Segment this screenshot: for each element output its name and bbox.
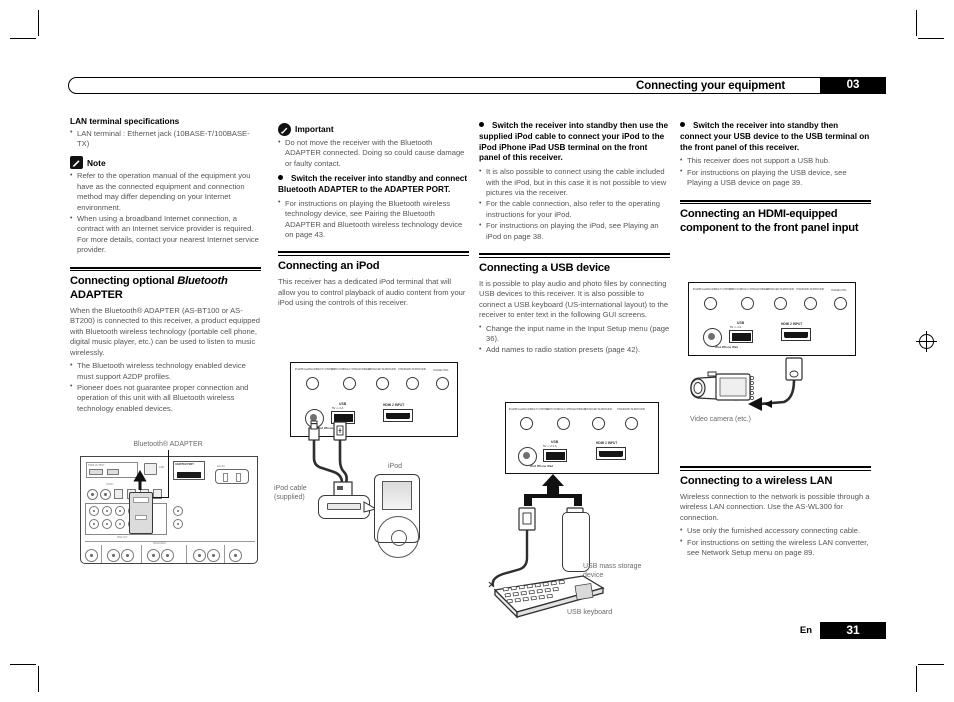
- step-instruction: Switch the receiver into standby and con…: [278, 174, 469, 196]
- step-text: Switch the receiver into standby then us…: [479, 121, 669, 163]
- crop-mark: [10, 664, 36, 665]
- list-item: For instructions on playing the USB devi…: [680, 167, 871, 189]
- list-item: This receiver does not support a USB hub…: [680, 156, 871, 167]
- crop-mark: [918, 664, 944, 665]
- step-list: It is also possible to connect using the…: [479, 167, 670, 242]
- section-divider: [479, 253, 670, 258]
- hdmi-section-heading: Connecting an HDMI-equipped component to…: [680, 208, 859, 234]
- note-list: Refer to the operation manual of the equ…: [70, 171, 261, 255]
- language-code: En: [799, 625, 812, 636]
- page-header: Connecting your equipment 03: [68, 68, 886, 94]
- step-text: Switch the receiver into standby then co…: [680, 121, 870, 152]
- heading-part-2: ADAPTER: [70, 288, 123, 301]
- heading-emphasis: Bluetooth: [177, 275, 228, 288]
- list-item: Refer to the operation manual of the equ…: [70, 171, 261, 213]
- list-item: LAN terminal : Ethernet jack (10BASE-T/1…: [70, 128, 261, 150]
- list-item: For instructions on playing the iPod, se…: [479, 221, 670, 242]
- step-list: For instructions on playing the Bluetoot…: [278, 198, 469, 241]
- crop-mark: [916, 10, 917, 36]
- note-badge: Note: [70, 156, 261, 170]
- ipod-screen: [382, 481, 412, 510]
- step-bullet-icon: [278, 175, 283, 181]
- lan-spec-list: LAN terminal : Ethernet jack (10BASE-T/1…: [70, 128, 261, 150]
- step-bullet-icon: [479, 122, 484, 127]
- usb-plug-keyboard: [518, 507, 536, 531]
- lan-spec-heading: LAN terminal specifications: [70, 116, 180, 126]
- step-list: This receiver does not support a USB hub…: [680, 156, 871, 188]
- ipod-paragraph: This receiver has a dedicated iPod termi…: [278, 277, 466, 308]
- ipod-connection-figure: iPod/iPhone/iPad DIRECT CONTROL AUTO SUR…: [274, 362, 470, 572]
- list-item: It is also possible to connect using the…: [479, 167, 670, 198]
- step-text: Switch the receiver into standby and con…: [278, 174, 468, 195]
- list-item: Add names to radio station presets (page…: [479, 345, 670, 356]
- page-number: 31: [820, 622, 886, 639]
- chapter-number: 03: [820, 77, 886, 94]
- bluetooth-section-heading: Connecting optional Bluetooth ADAPTER: [70, 275, 261, 302]
- usb-list: Change the input name in the Input Setup…: [479, 323, 670, 356]
- column-2: Important Do not move the receiver with …: [278, 116, 469, 312]
- usb-paragraph: It is possible to play audio and photo f…: [479, 279, 669, 320]
- important-badge: Important: [278, 123, 469, 136]
- step-instruction: Switch the receiver into standby then us…: [479, 121, 670, 164]
- header-title: Connecting your equipment: [631, 79, 790, 93]
- ipod-caption: iPod: [387, 463, 402, 470]
- usb-connection-figure: iPod/iPhone/iPad DIRECT CONTROL AUTO SUR…: [488, 402, 675, 619]
- manual-page: Connecting your equipment 03 LAN termina…: [0, 0, 954, 702]
- wireless-lan-list: Use only the furnished accessory connect…: [680, 526, 871, 558]
- pencil-icon: [70, 156, 83, 170]
- rear-panel-figure: Bluetooth® ADAPTER HDMI OUTPUT LAN ADAPT…: [70, 440, 264, 570]
- step-bullet-icon: [680, 122, 685, 127]
- crop-mark: [38, 666, 39, 692]
- hdmi-connection-figure: iPod/iPhone/iPad DIRECT CONTROL AUTO SUR…: [688, 282, 868, 432]
- registration-mark: [916, 331, 937, 352]
- insert-arrow: [133, 469, 147, 490]
- keyboard-caption: USB keyboard: [567, 609, 613, 616]
- ipod-section-heading: Connecting an iPod: [278, 260, 380, 273]
- warning-icon: [278, 123, 291, 136]
- page-footer: En 31: [68, 622, 886, 640]
- wireless-lan-heading: Connecting to a wireless LAN: [680, 474, 833, 487]
- column-4: Switch the receiver into standby then co…: [680, 116, 871, 239]
- bluetooth-paragraph: When the Bluetooth® ADAPTER (AS-BT100 or…: [70, 306, 260, 357]
- crop-mark: [916, 666, 917, 692]
- ipod-device: [374, 474, 420, 558]
- ipod-click-wheel[interactable]: [377, 516, 419, 558]
- important-label: Important: [295, 124, 334, 135]
- important-list: Do not move the receiver with the Blueto…: [278, 137, 469, 169]
- crop-mark: [10, 38, 36, 39]
- list-item: Pioneer does not guarantee proper connec…: [70, 382, 261, 414]
- list-item: For instructions on setting the wireless…: [680, 537, 871, 559]
- bluetooth-list: The Bluetooth wireless technology enable…: [70, 361, 261, 414]
- crop-mark: [38, 10, 39, 36]
- wireless-lan-paragraph: Wireless connection to the network is po…: [680, 492, 870, 522]
- column-1: LAN terminal specifications LAN terminal…: [70, 116, 261, 418]
- video-camera: [690, 371, 754, 401]
- list-item: For the cable connection, also refer to …: [479, 199, 670, 220]
- list-item: For instructions on playing the Bluetoot…: [278, 198, 469, 241]
- crop-mark: [918, 38, 944, 39]
- note-label: Note: [87, 157, 106, 168]
- list-item: The Bluetooth wireless technology enable…: [70, 361, 261, 382]
- list-item: Change the input name in the Input Setup…: [479, 323, 670, 345]
- section-divider: [680, 466, 871, 471]
- list-item: Use only the furnished accessory connect…: [680, 526, 871, 537]
- camera-caption: Video camera (etc.): [690, 416, 751, 423]
- section-divider: [70, 266, 261, 272]
- section-divider: [680, 199, 871, 205]
- list-item: When using a broadband Internet connecti…: [70, 214, 261, 256]
- wireless-lan-section: Connecting to a wireless LAN Wireless co…: [680, 455, 871, 562]
- list-item: Do not move the receiver with the Blueto…: [278, 137, 469, 169]
- step-instruction: Switch the receiver into standby then co…: [680, 121, 871, 153]
- usb-section-heading: Connecting a USB device: [479, 261, 610, 274]
- section-divider: [278, 251, 469, 257]
- column-3: Switch the receiver into standby then us…: [479, 116, 670, 360]
- heading-part-1: Connecting optional: [70, 275, 178, 288]
